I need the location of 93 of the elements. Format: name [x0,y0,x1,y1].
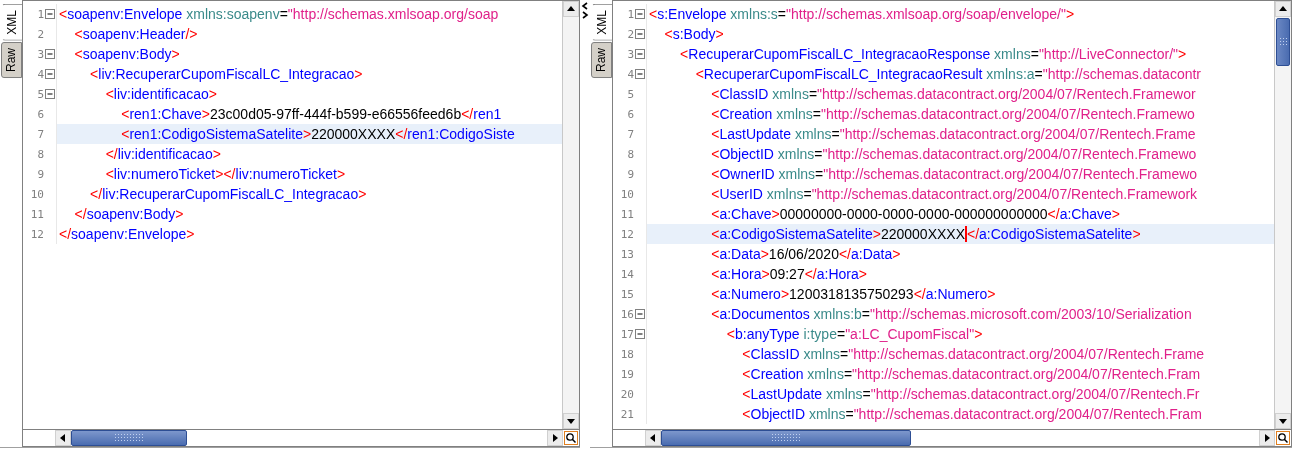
code-line: <LastUpdate xmlns="http://schemas.datacontract.org/2004/07/Rentech.Fr [741,385,1201,404]
line-number: 6 [627,107,634,121]
collapse-icon[interactable] [45,49,55,59]
code-line: <UserID xmlns="http://schemas.datacontract.org/2004/07/Rentech.Framework [710,185,1199,204]
code-line: <ObjectID xmlns="http://schemas.datacontract.org/2004/07/Rentech.Fram [741,405,1203,424]
line-number: 15 [620,287,634,301]
line-number: 12 [620,227,634,241]
view-tab[interactable]: XML [592,4,613,41]
line-number: 1 [627,7,634,21]
line-number: 17 [620,327,634,341]
code-line: <soapenv:Header/> [73,25,199,44]
code-line: <LastUpdate xmlns="http://schemas.datacontract.org/2004/07/Rentech.Frame [710,125,1197,144]
code-line: <liv:numeroTicket></liv:numeroTicket> [104,165,347,184]
code-line: </soapenv:Body> [73,205,185,224]
collapse-icon[interactable] [635,309,645,319]
line-number: 12 [30,227,44,241]
code-line: </liv:identificacao> [104,145,222,164]
line-number: 16 [620,307,634,321]
code-line: <a:Hora>09:27</a:Hora> [710,265,868,284]
line-number: 10 [620,187,634,201]
view-tab[interactable]: Raw [1,41,22,78]
line-number: 5 [627,87,634,101]
line-number: 14 [620,267,634,281]
line-number: 8 [37,147,44,161]
scroll-down-icon[interactable] [1278,416,1288,426]
line-number: 19 [620,367,634,381]
code-line: <a:Numero>1200318135750293</a:Numero> [710,285,997,304]
code-line: <ObjectID xmlns="http://schemas.datacontract.org/2004/07/Rentech.Framewo [710,145,1198,164]
code-line: <OwnerID xmlns="http://schemas.datacontract.org/2004/07/Rentech.Framewo [710,165,1199,184]
line-number: 1 [37,7,44,21]
code-line: <s:Envelope xmlns:s="http://schemas.xmlsoap.org/soap/envelope/"> [648,5,1076,24]
scroll-right-icon[interactable] [550,433,560,443]
line-number: 21 [620,407,634,421]
scroll-left-icon[interactable] [58,433,68,443]
collapse-left-icon[interactable] [581,2,589,10]
code-line: <Creation xmlns="http://schemas.datacontract.org/2004/07/Rentech.Framewo [710,105,1196,124]
scrollbar-thumb[interactable] [661,430,911,446]
zoom-icon[interactable] [564,431,578,445]
line-number: 18 [620,347,634,361]
scroll-up-icon[interactable] [566,4,576,14]
collapse-right-icon[interactable] [581,11,589,19]
line-number: 2 [627,27,634,41]
view-tab[interactable]: XML [2,4,23,41]
code-line: <s:Body> [663,25,725,44]
scroll-up-icon[interactable] [1278,4,1288,14]
code-line: <a:Chave>00000000-0000-0000-0000-000000000000</a:Chave> [710,205,1121,224]
zoom-icon[interactable] [1276,431,1290,445]
collapse-icon[interactable] [45,89,55,99]
code-line: <a:Documentos xmlns:b="http://schemas.microsoft.com/2003/10/Serialization [710,305,1193,324]
line-number: 9 [37,167,44,181]
code-line: <b:anyType i:type="a:LC_CupomFiscal"> [725,325,984,344]
collapse-icon[interactable] [635,49,645,59]
code-line: <Creation xmlns="http://schemas.datacontract.org/2004/07/Rentech.Fram [741,365,1202,384]
line-number: 4 [37,67,44,81]
scroll-left-icon[interactable] [648,433,658,443]
scroll-right-icon[interactable] [1262,433,1272,443]
scroll-down-icon[interactable] [566,416,576,426]
code-line: <liv:identificacao> [104,85,218,104]
scrollbar-thumb[interactable] [1276,18,1290,66]
code-line: <RecuperarCupomFiscalLC_IntegracaoResult xmlns:a="http://schemas.datacontr [694,65,1203,84]
line-number: 5 [37,87,44,101]
code-line: <ClassID xmlns="http://schemas.datacontract.org/2004/07/Rentech.Framewor [710,85,1197,104]
line-number: 9 [627,167,634,181]
code-line: <RecuperarCupomFiscalLC_IntegracaoResponse xmlns="http://LiveConnector/"> [679,45,1188,64]
collapse-icon[interactable] [45,9,55,19]
code-line: <soapenv:Envelope xmlns:soapenv="http://schemas.xmlsoap.org/soap [58,5,500,24]
line-number: 10 [30,187,44,201]
line-number: 20 [620,387,634,401]
collapse-icon[interactable] [635,9,645,19]
line-number: 8 [627,147,634,161]
scrollbar-thumb[interactable] [71,430,187,446]
collapse-icon[interactable] [45,69,55,79]
code-line: </liv:RecuperarCupomFiscalLC_Integracao> [89,185,368,204]
line-number: 3 [37,47,44,61]
code-line: <a:Data>16/06/2020</a:Data> [710,245,902,264]
line-number: 3 [627,47,634,61]
code-line: <ClassID xmlns="http://schemas.datacontract.org/2004/07/Rentech.Frame [741,345,1206,364]
view-tab[interactable]: Raw [591,41,612,78]
line-number: 6 [37,107,44,121]
collapse-icon[interactable] [635,69,645,79]
line-number: 4 [627,67,634,81]
line-number: 7 [37,127,44,141]
line-number: 11 [30,207,44,221]
line-number: 2 [37,27,44,41]
collapse-icon[interactable] [635,329,645,339]
line-number: 11 [620,207,634,221]
line-number: 13 [620,247,634,261]
line-number: 7 [627,127,634,141]
code-line: <soapenv:Body> [73,45,181,64]
code-line: </soapenv:Envelope> [58,225,196,244]
code-line: <ren1:Chave>23c00d05-97ff-444f-b599-e66556feed6b</ren1 [120,105,503,124]
code-line: <liv:RecuperarCupomFiscalLC_Integracao> [89,65,364,84]
collapse-icon[interactable] [635,29,645,39]
